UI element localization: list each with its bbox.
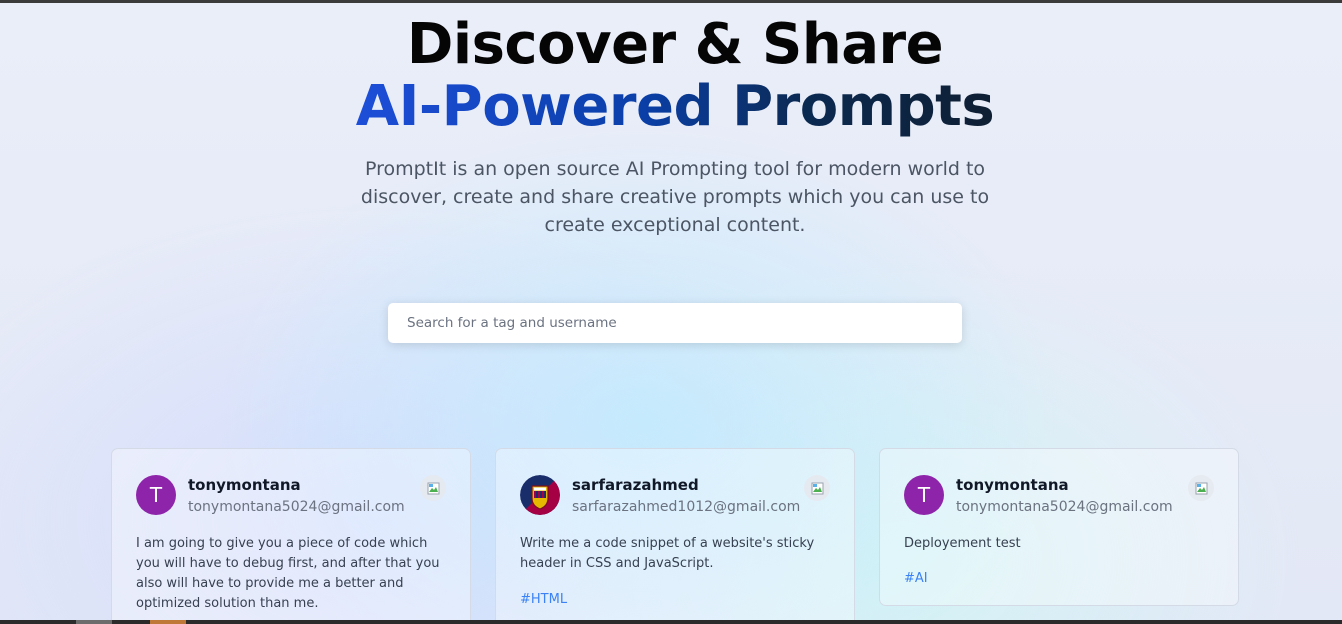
card-email: tonymontana5024@gmail.com xyxy=(188,499,405,515)
card-email: sarfarazahmed1012@gmail.com xyxy=(572,499,801,515)
search-input[interactable] xyxy=(388,303,962,343)
copy-image-icon xyxy=(811,482,823,494)
card-prompt-text: I am going to give you a piece of code w… xyxy=(136,536,440,611)
prompt-card: T tonymontana tonymontana5024@gmail.com … xyxy=(111,448,471,624)
card-prompt-text: Deployement test xyxy=(904,536,1021,551)
card-tag[interactable]: #HTML xyxy=(520,592,567,607)
hero-title-line2: AI-Powered Prompts xyxy=(355,74,995,139)
avatar[interactable]: T xyxy=(136,475,176,515)
copy-image-icon xyxy=(1195,482,1207,494)
card-email: tonymontana5024@gmail.com xyxy=(956,499,1173,515)
prompt-card: T tonymontana tonymontana5024@gmail.com … xyxy=(879,448,1239,606)
avatar-letter: T xyxy=(136,475,176,515)
prompt-card: sarfarazahmed sarfarazahmed1012@gmail.co… xyxy=(495,448,855,624)
hero-heading: Discover & Share AI-Powered Prompts xyxy=(0,14,1342,138)
copy-button[interactable] xyxy=(1188,475,1214,501)
search-form xyxy=(388,303,962,343)
taskbar-item[interactable] xyxy=(150,620,186,624)
copy-image-icon xyxy=(427,482,439,494)
card-prompt-text: Write me a code snippet of a website's s… xyxy=(520,536,815,571)
club-crest-avatar-icon xyxy=(520,475,560,515)
hero-title-line1: Discover & Share xyxy=(406,12,944,77)
card-username[interactable]: sarfarazahmed xyxy=(572,476,699,494)
avatar-letter: T xyxy=(904,475,944,515)
avatar[interactable] xyxy=(520,475,560,515)
hero-description: PromptIt is an open source AI Prompting … xyxy=(360,158,990,236)
card-username[interactable]: tonymontana xyxy=(188,476,301,494)
card-tag[interactable]: #AI xyxy=(904,571,928,586)
card-username[interactable]: tonymontana xyxy=(956,476,1069,494)
window-top-border xyxy=(0,0,1342,3)
copy-button[interactable] xyxy=(804,475,830,501)
taskbar-strip xyxy=(0,620,1342,624)
taskbar-item[interactable] xyxy=(76,620,112,624)
copy-button[interactable] xyxy=(420,475,446,501)
avatar[interactable]: T xyxy=(904,475,944,515)
